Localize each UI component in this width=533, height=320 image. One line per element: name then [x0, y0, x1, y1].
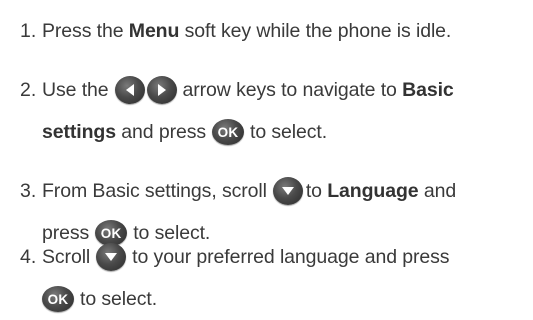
step-2-line-1: Use the arrow keys to navigate to Basic: [42, 73, 454, 107]
step-text: Scroll: [42, 245, 91, 268]
step-text: to: [305, 179, 328, 202]
step-text: to select.: [80, 287, 158, 310]
ok-key-icon: OK: [212, 119, 245, 145]
basic-settings-label: Basic: [402, 78, 454, 101]
step-text: Press the: [42, 19, 129, 42]
step-text: to your preferred language and press: [132, 245, 450, 268]
step-text: and: [418, 179, 457, 202]
right-arrow-key-icon: [146, 76, 177, 104]
step-text: to select.: [250, 120, 328, 143]
step-4-line-2: OK to select.: [42, 282, 157, 316]
step-3-line-1: From Basic settings, scroll to Language …: [42, 174, 456, 208]
step-number: 2.: [20, 78, 37, 101]
step-number: 1.: [20, 19, 37, 42]
ok-key-icon: OK: [42, 286, 74, 312]
step-4-line-1: Scroll to your preferred language and pr…: [42, 240, 450, 274]
down-arrow-key-icon: [272, 177, 303, 205]
language-label: Language: [327, 179, 419, 202]
left-arrow-key-icon: [114, 76, 145, 104]
step-number: 4.: [20, 245, 37, 268]
step-text: and press: [115, 120, 207, 143]
basic-settings-label: settings: [42, 120, 116, 143]
menu-key-label: Menu: [128, 19, 180, 42]
step-number: 3.: [20, 179, 37, 202]
step-text: soft key while the phone is idle.: [179, 19, 452, 42]
step-text: Use the: [42, 78, 109, 101]
down-arrow-key-icon: [96, 243, 127, 271]
step-text: arrow keys to navigate to: [182, 78, 403, 101]
step-1-line-1: Press the Menu soft key while the phone …: [42, 14, 451, 48]
step-2-line-2: settings and press OK to select.: [42, 115, 327, 149]
step-text: From Basic settings, scroll: [42, 179, 267, 202]
